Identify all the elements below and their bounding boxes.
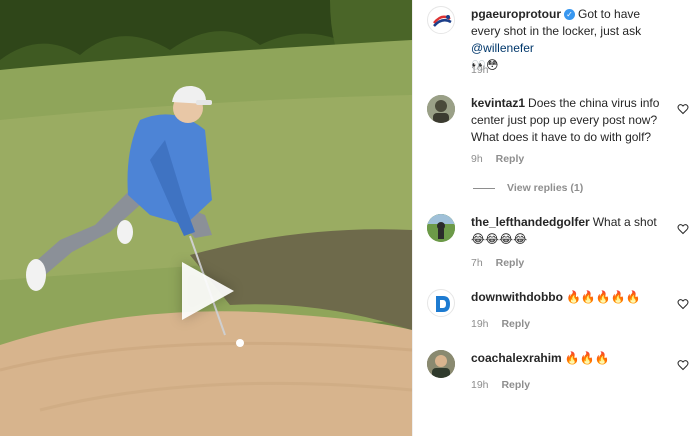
heart-icon	[677, 104, 689, 115]
like-comment-button[interactable]	[677, 102, 689, 115]
comment-username[interactable]: the_lefthandedgolfer	[471, 215, 590, 229]
comment-timestamp: 19h	[471, 379, 489, 391]
european-tour-logo-icon	[430, 9, 454, 33]
heart-icon	[677, 224, 689, 235]
avatar[interactable]	[427, 350, 455, 378]
comment-text: What a shot	[592, 215, 657, 229]
like-comment-button[interactable]	[677, 297, 689, 310]
like-comment-button[interactable]	[677, 222, 689, 235]
reply-button[interactable]: Reply	[496, 153, 525, 165]
like-comment-button[interactable]	[677, 358, 689, 371]
comment-username[interactable]: downwithdobbo	[471, 290, 563, 304]
d-logo-icon	[436, 296, 450, 312]
heart-icon	[677, 299, 689, 310]
play-icon[interactable]	[182, 262, 234, 320]
avatar[interactable]	[427, 6, 455, 34]
reply-button[interactable]: Reply	[501, 318, 530, 330]
user-photo-icon	[427, 214, 455, 242]
user-photo-icon	[427, 350, 455, 378]
comment-meta: 7h Reply	[471, 257, 524, 269]
caption-timestamp: 19h	[471, 64, 489, 76]
comment-timestamp: 7h	[471, 257, 483, 269]
comment-username[interactable]: kevintaz1	[471, 96, 525, 110]
comment-emojis: 🔥🔥🔥	[564, 351, 610, 365]
avatar[interactable]	[427, 289, 455, 317]
view-replies-button[interactable]: View replies (1)	[473, 182, 583, 194]
comment-emojis: 🔥🔥🔥🔥🔥	[565, 290, 641, 304]
comments-panel: pgaeuroprotour ✓ Got to have every shot in…	[412, 0, 700, 436]
caption-meta: 19h	[471, 64, 489, 76]
comment-emojis: 😂😂😂😂	[471, 232, 528, 246]
caption-username[interactable]: pgaeuroprotour	[471, 7, 561, 21]
comment-timestamp: 19h	[471, 318, 489, 330]
comment-meta: 19h Reply	[471, 318, 530, 330]
avatar[interactable]	[427, 95, 455, 123]
reply-button[interactable]: Reply	[496, 257, 525, 269]
video-frame	[0, 0, 412, 436]
reply-button[interactable]: Reply	[501, 379, 530, 391]
caption-mention[interactable]: @willenefer	[471, 41, 534, 55]
view-replies-divider	[473, 187, 495, 189]
user-photo-icon	[427, 95, 455, 123]
heart-icon	[677, 360, 689, 371]
video-player[interactable]	[0, 0, 412, 436]
verified-badge-icon: ✓	[564, 9, 575, 20]
comment-username[interactable]: coachalexrahim	[471, 351, 562, 365]
view-replies-label: View replies (1)	[507, 182, 584, 194]
comment-meta: 9h Reply	[471, 153, 524, 165]
comment-meta: 19h Reply	[471, 379, 530, 391]
avatar[interactable]	[427, 214, 455, 242]
comment-timestamp: 9h	[471, 153, 483, 165]
